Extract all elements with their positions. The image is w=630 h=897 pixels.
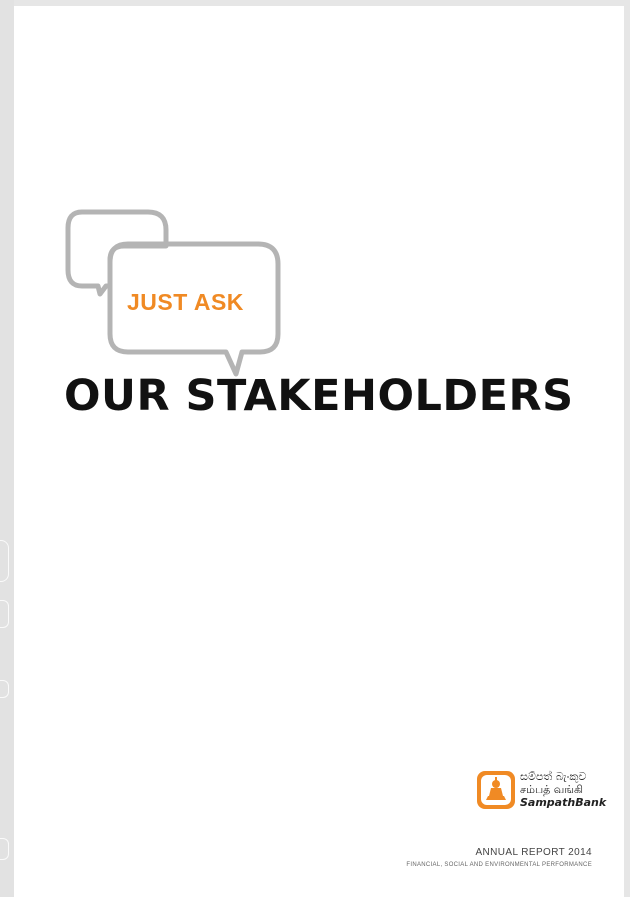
- logo-tamil-name: சம்பத் வங்கி: [520, 783, 583, 796]
- report-subtitle: FINANCIAL, SOCIAL AND ENVIRONMENTAL PERF…: [406, 862, 592, 868]
- report-cover-page: JUST ASK OUR STAKEHOLDERS සම්පත් බැංකුව …: [14, 6, 624, 897]
- document-viewer: JUST ASK OUR STAKEHOLDERS සම්පත් බැංකුව …: [0, 0, 630, 897]
- logo-brand-name: SampathBank: [520, 796, 607, 809]
- logo-sinhala-name: සම්පත් බැංකුව: [520, 770, 587, 783]
- left-margin-strip: [0, 0, 14, 897]
- margin-decoration: [0, 540, 9, 582]
- bank-emblem-icon: [477, 771, 515, 809]
- tagline-just-ask: JUST ASK: [127, 289, 244, 315]
- logo-text-group: සම්පත් බැංකුව சம்பத் வங்கி SampathBank: [520, 770, 616, 809]
- margin-decoration: [0, 838, 9, 860]
- margin-decoration: [0, 600, 9, 628]
- report-title: ANNUAL REPORT 2014: [475, 847, 592, 858]
- back-speech-bubble: [65, 209, 169, 297]
- margin-decoration: [0, 680, 9, 698]
- headline-our-stakeholders: OUR STAKEHOLDERS: [64, 371, 574, 421]
- sampath-bank-logo: සම්පත් බැංකුව சம்பத் வங்கி SampathBank: [476, 770, 616, 820]
